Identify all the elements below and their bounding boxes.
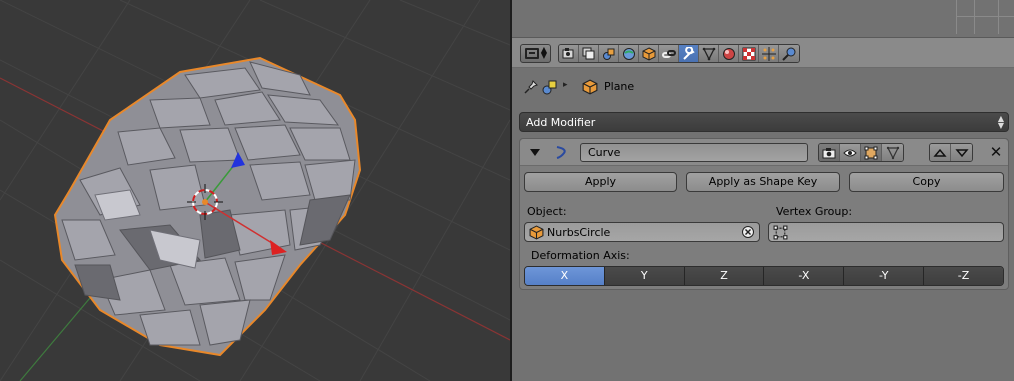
deformation-axis-label: Deformation Axis: bbox=[531, 249, 630, 262]
tab-particles[interactable] bbox=[759, 45, 779, 62]
apply-button[interactable]: Apply bbox=[524, 172, 677, 192]
deformation-axis-selector: X Y Z -X -Y -Z bbox=[524, 266, 1004, 286]
move-up-button[interactable] bbox=[930, 144, 951, 161]
axis-neg-y-button[interactable]: -Y bbox=[844, 267, 925, 285]
grid-divider bbox=[974, 0, 975, 34]
axis-y-button[interactable]: Y bbox=[604, 267, 685, 285]
object-icon bbox=[582, 79, 598, 95]
clear-x-icon[interactable] bbox=[742, 226, 754, 238]
render-toggle[interactable] bbox=[819, 144, 840, 161]
object-icon bbox=[642, 46, 655, 61]
modifiers-wrench-icon bbox=[682, 46, 695, 60]
world-icon bbox=[622, 47, 635, 60]
eye-icon bbox=[843, 149, 857, 156]
properties-editor-icon bbox=[525, 48, 539, 59]
axis-x-button[interactable]: X bbox=[525, 267, 605, 285]
remove-modifier-close-icon[interactable]: ✕ bbox=[988, 144, 1004, 160]
vertex-group-label: Vertex Group: bbox=[776, 205, 853, 218]
object-field-value: NurbsCircle bbox=[547, 226, 611, 239]
modifier-visibility-toggles bbox=[818, 143, 904, 162]
render-layers-icon bbox=[582, 47, 594, 59]
breadcrumb: ▸ Plane bbox=[512, 68, 1014, 106]
breadcrumb-object-name: Plane bbox=[604, 80, 635, 93]
axis-z-button[interactable]: Z bbox=[684, 267, 765, 285]
arrow-up-icon bbox=[933, 148, 947, 157]
curve-modifier-panel: Curve ✕ Apply Apply as Shape Key Copy Ob… bbox=[519, 138, 1009, 290]
cage-toggle[interactable] bbox=[882, 144, 903, 161]
material-icon bbox=[722, 47, 735, 60]
pin-icon[interactable] bbox=[524, 80, 538, 94]
camera-icon bbox=[822, 147, 836, 158]
copy-button[interactable]: Copy bbox=[849, 172, 1004, 192]
object-field-label: Object: bbox=[527, 205, 567, 218]
3d-viewport[interactable] bbox=[0, 0, 510, 381]
texture-icon bbox=[742, 47, 755, 60]
vertex-group-field[interactable] bbox=[768, 222, 1004, 242]
add-modifier-menu[interactable]: Add Modifier ▲ ▼ bbox=[519, 112, 1009, 132]
render-icon bbox=[562, 47, 573, 58]
constraints-icon bbox=[661, 49, 676, 58]
area-above-properties bbox=[512, 0, 1014, 38]
curve-modifier-icon bbox=[556, 146, 566, 159]
tab-modifiers[interactable] bbox=[679, 45, 699, 62]
tab-constraints[interactable] bbox=[659, 45, 679, 62]
editmode-toggle[interactable] bbox=[861, 144, 882, 161]
vertex-group-icon bbox=[773, 225, 788, 240]
modifier-move-buttons bbox=[929, 143, 973, 162]
grid-divider bbox=[956, 0, 957, 34]
tab-render-layers[interactable] bbox=[579, 45, 599, 62]
tab-object[interactable] bbox=[639, 45, 659, 62]
edit-mode-icon bbox=[864, 146, 878, 159]
editor-type-selector[interactable]: ▲ ▼ bbox=[520, 44, 551, 63]
viewport-scene bbox=[0, 0, 510, 381]
tab-object-data[interactable] bbox=[699, 45, 719, 62]
object-icon bbox=[529, 225, 544, 240]
updown-arrows-icon: ▲ ▼ bbox=[540, 45, 547, 60]
particles-icon bbox=[761, 46, 776, 61]
arrow-down-icon bbox=[954, 148, 969, 157]
add-modifier-label: Add Modifier bbox=[526, 116, 596, 129]
scene-icon bbox=[602, 48, 614, 60]
properties-editor: ▲ ▼ ▸ Plane Add Modifier ▲ ▼ Curve ✕ App… bbox=[512, 0, 1014, 381]
tab-physics[interactable] bbox=[779, 45, 799, 62]
collapse-triangle-icon[interactable] bbox=[530, 149, 540, 156]
cage-vertex-triangle-icon bbox=[886, 146, 899, 159]
apply-as-shape-key-button[interactable]: Apply as Shape Key bbox=[686, 172, 840, 192]
context-tabs bbox=[558, 44, 800, 63]
updown-arrows-icon: ▲ ▼ bbox=[997, 114, 1004, 130]
scene-icon bbox=[542, 80, 557, 95]
breadcrumb-arrow-icon: ▸ bbox=[563, 80, 568, 90]
axis-neg-x-button[interactable]: -X bbox=[764, 267, 845, 285]
tab-world[interactable] bbox=[619, 45, 639, 62]
tab-scene[interactable] bbox=[599, 45, 619, 62]
grid-divider bbox=[998, 0, 999, 34]
modifier-name-field[interactable]: Curve bbox=[580, 143, 808, 162]
physics-icon bbox=[782, 47, 796, 61]
axis-neg-z-button[interactable]: -Z bbox=[924, 267, 1003, 285]
viewport-visibility-toggle[interactable] bbox=[840, 144, 861, 161]
modifier-header: Curve ✕ bbox=[520, 139, 1008, 166]
tab-render[interactable] bbox=[559, 45, 579, 62]
tab-texture[interactable] bbox=[739, 45, 759, 62]
object-field[interactable]: NurbsCircle bbox=[524, 222, 760, 242]
tab-material[interactable] bbox=[719, 45, 739, 62]
properties-header: ▲ ▼ bbox=[512, 38, 1014, 68]
grid-divider bbox=[956, 16, 1014, 17]
move-down-button[interactable] bbox=[951, 144, 972, 161]
object-data-icon bbox=[702, 47, 715, 60]
